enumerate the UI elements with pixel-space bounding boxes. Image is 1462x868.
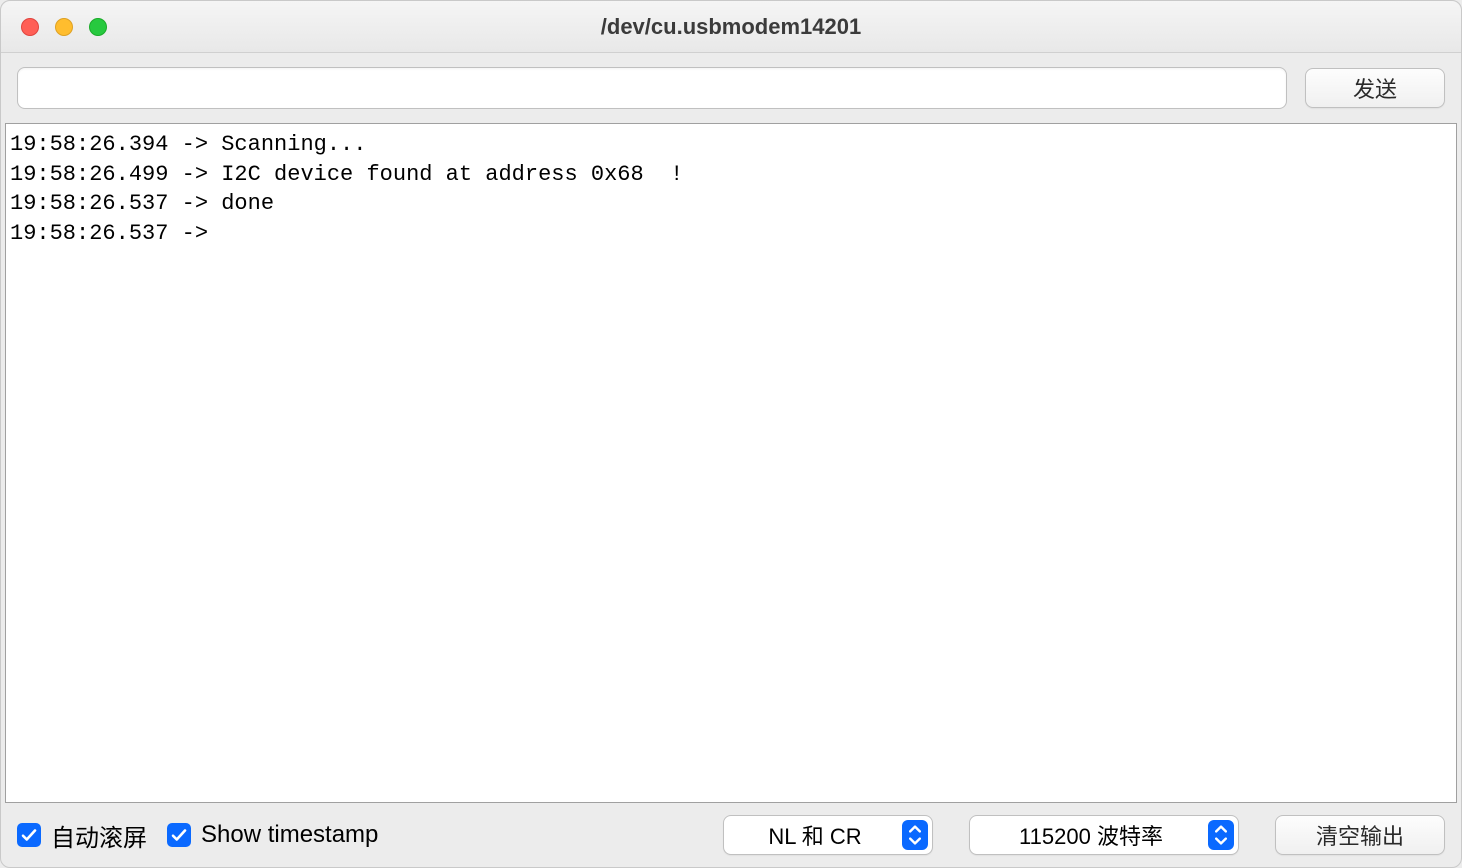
close-icon[interactable] [21, 18, 39, 36]
minimize-icon[interactable] [55, 18, 73, 36]
send-button[interactable]: 发送 [1305, 68, 1445, 108]
timestamp-checkbox-wrap[interactable]: Show timestamp [167, 821, 378, 849]
serial-monitor-window: /dev/cu.usbmodem14201 发送 19:58:26.394 ->… [0, 0, 1462, 868]
command-input[interactable] [17, 67, 1287, 109]
autoscroll-checkbox-wrap[interactable]: 自动滚屏 [17, 818, 147, 853]
send-row: 发送 [1, 53, 1461, 123]
checkbox-checked-icon[interactable] [167, 823, 191, 847]
titlebar: /dev/cu.usbmodem14201 [1, 1, 1461, 53]
window-title: /dev/cu.usbmodem14201 [601, 14, 861, 40]
window-traffic-lights [1, 18, 107, 36]
select-arrows-icon [1208, 820, 1234, 850]
timestamp-label: Show timestamp [201, 821, 378, 849]
serial-output[interactable]: 19:58:26.394 -> Scanning... 19:58:26.499… [5, 123, 1457, 803]
select-arrows-icon [902, 820, 928, 850]
line-ending-value: NL 和 CR [736, 819, 902, 851]
autoscroll-label: 自动滚屏 [51, 818, 147, 853]
checkbox-checked-icon[interactable] [17, 823, 41, 847]
bottom-toolbar: 自动滚屏 Show timestamp NL 和 CR 115200 波特率 清… [1, 803, 1461, 867]
line-ending-select[interactable]: NL 和 CR [723, 815, 933, 855]
baud-rate-select[interactable]: 115200 波特率 [969, 815, 1239, 855]
maximize-icon[interactable] [89, 18, 107, 36]
baud-rate-value: 115200 波特率 [982, 819, 1208, 851]
clear-output-button[interactable]: 清空输出 [1275, 815, 1445, 855]
